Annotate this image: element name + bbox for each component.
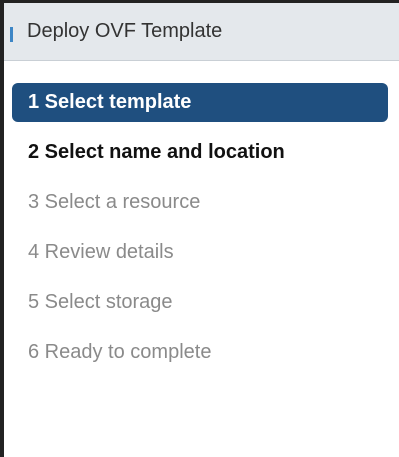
step-label: 2 Select name and location [28,141,285,163]
wizard-steps-list: 1 Select template 2 Select name and loca… [4,83,399,383]
step-select-a-resource: 3 Select a resource [4,183,399,222]
step-select-name-and-location[interactable]: 2 Select name and location [4,133,399,172]
step-select-template[interactable]: 1 Select template [12,83,388,122]
wizard-title: Deploy OVF Template [27,20,223,42]
wizard-panel: Deploy OVF Template 1 Select template 2 … [0,0,399,457]
header-accent-bar [10,27,13,42]
step-label: 1 Select template [28,91,192,113]
wizard-header: Deploy OVF Template [4,3,399,61]
step-label: 5 Select storage [28,291,173,313]
step-label: 4 Review details [28,241,174,263]
step-label: 6 Ready to complete [28,341,212,363]
step-ready-to-complete: 6 Ready to complete [4,333,399,372]
step-select-storage: 5 Select storage [4,283,399,322]
step-label: 3 Select a resource [28,191,201,213]
step-review-details: 4 Review details [4,233,399,272]
